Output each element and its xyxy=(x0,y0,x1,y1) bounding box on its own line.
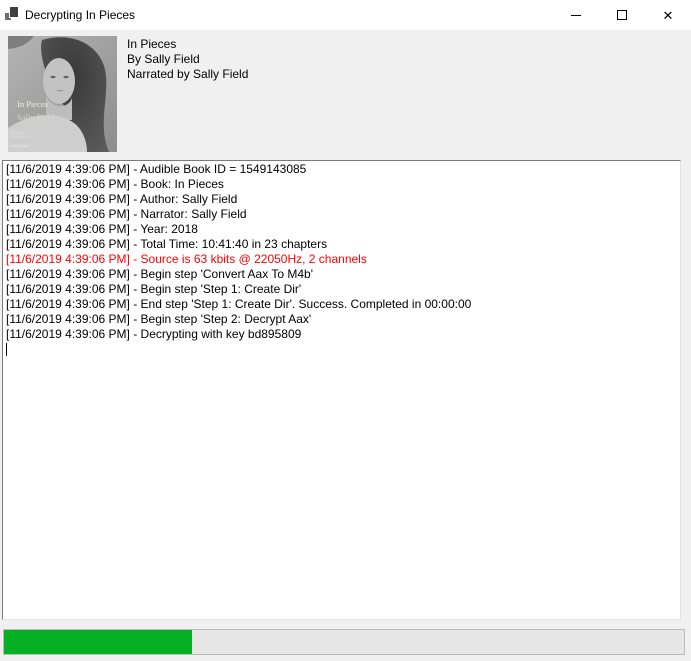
progress-bar xyxy=(3,629,685,655)
book-title: In Pieces xyxy=(127,37,248,52)
window-title: Decrypting In Pieces xyxy=(25,0,135,30)
log-line: [11/6/2019 4:39:06 PM] - Narrator: Sally… xyxy=(6,207,678,222)
window-controls: ✕ xyxy=(553,0,691,30)
log-line: [11/6/2019 4:39:06 PM] - End step 'Step … xyxy=(6,297,678,312)
cover-author-text: Sally Field xyxy=(17,112,55,122)
progress-fill xyxy=(4,630,192,654)
log-textbox[interactable]: [11/6/2019 4:39:06 PM] - Audible Book ID… xyxy=(2,160,681,620)
cover-title-text: In Pieces xyxy=(17,99,48,109)
log-line: [11/6/2019 4:39:06 PM] - Total Time: 10:… xyxy=(6,237,678,252)
app-icon xyxy=(4,5,20,21)
maximize-button[interactable] xyxy=(599,0,645,30)
log-line: [11/6/2019 4:39:06 PM] - Begin step 'Ste… xyxy=(6,312,678,327)
minimize-icon xyxy=(571,15,581,16)
log-line: [11/6/2019 4:39:06 PM] - Audible Book ID… xyxy=(6,162,678,177)
cover-the-author-text: THE AUTHOR xyxy=(10,135,31,139)
maximize-icon xyxy=(617,10,627,20)
close-icon: ✕ xyxy=(663,9,674,22)
book-cover-image: In Pieces Sally Field READ BY THE AUTHOR… xyxy=(8,36,117,152)
log-line: [11/6/2019 4:39:06 PM] - Source is 63 kb… xyxy=(6,252,678,267)
book-info: In Pieces By Sally Field Narrated by Sal… xyxy=(127,37,248,82)
text-caret xyxy=(6,343,7,356)
log-line: [11/6/2019 4:39:06 PM] - Year: 2018 xyxy=(6,222,678,237)
book-author: By Sally Field xyxy=(127,52,248,67)
minimize-button[interactable] xyxy=(553,0,599,30)
log-line: [11/6/2019 4:39:06 PM] - Begin step 'Ste… xyxy=(6,282,678,297)
log-line: [11/6/2019 4:39:06 PM] - Begin step 'Con… xyxy=(6,267,678,282)
log-lines: [11/6/2019 4:39:06 PM] - Audible Book ID… xyxy=(6,162,678,342)
cover-unabridged-text: Unabridged xyxy=(10,144,29,148)
log-line: [11/6/2019 4:39:06 PM] - Book: In Pieces xyxy=(6,177,678,192)
book-narrator: Narrated by Sally Field xyxy=(127,67,248,82)
title-bar: Decrypting In Pieces ✕ xyxy=(0,0,691,30)
log-line: [11/6/2019 4:39:06 PM] - Decrypting with… xyxy=(6,327,678,342)
app-icon-front-square xyxy=(9,7,18,18)
log-line: [11/6/2019 4:39:06 PM] - Author: Sally F… xyxy=(6,192,678,207)
cover-art: In Pieces Sally Field READ BY THE AUTHOR… xyxy=(8,36,117,152)
close-button[interactable]: ✕ xyxy=(645,0,691,30)
